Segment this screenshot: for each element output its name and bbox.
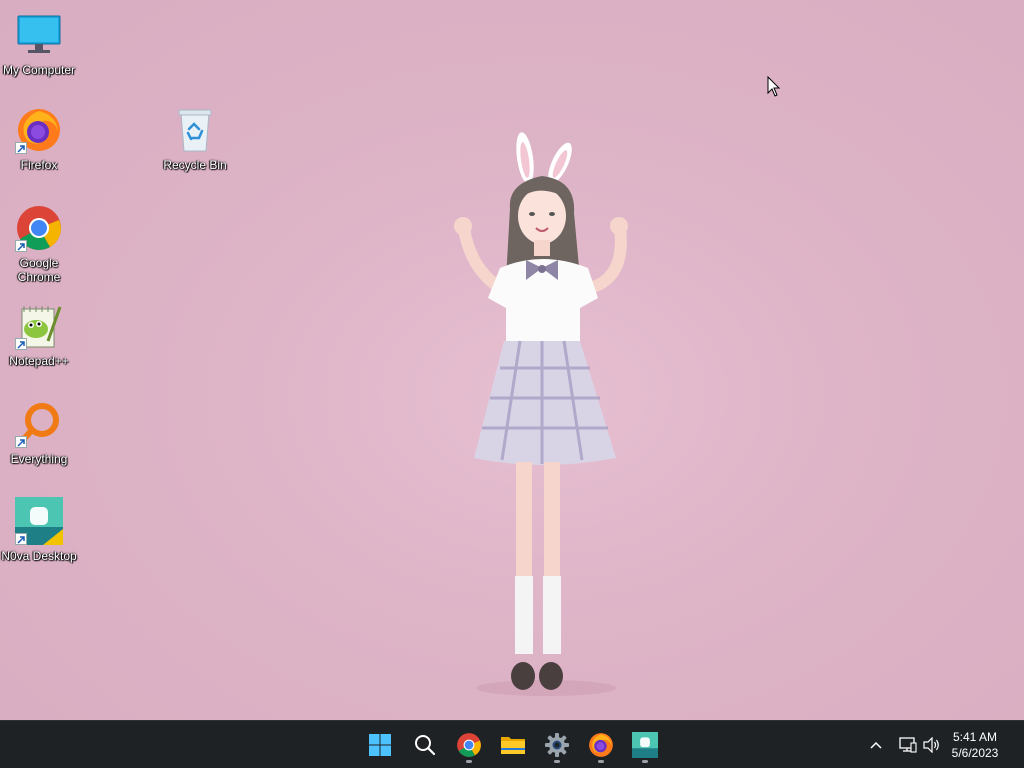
taskbar-n0va-desktop-button[interactable] — [625, 725, 665, 765]
clock-date: 5/6/2023 — [951, 746, 999, 760]
taskbar: 5:41 AM 5/6/2023 — [0, 720, 1024, 768]
search-icon — [415, 735, 436, 756]
settings-gear-icon — [545, 733, 569, 757]
taskbar-settings-button[interactable] — [537, 725, 577, 765]
desktop-icon-label: My Computer — [2, 63, 76, 77]
desktop-icon-recycle-bin[interactable]: Recycle Bin — [155, 105, 235, 172]
show-hidden-icons-button[interactable] — [864, 721, 888, 769]
desktop-icon-notepad-plus-plus[interactable]: Notepad++ — [0, 301, 79, 368]
desktop[interactable]: My Computer Firefox Recycle Bin Google C… — [0, 0, 1024, 720]
shortcut-arrow-icon — [15, 142, 27, 154]
desktop-icon-my-computer[interactable]: My Computer — [0, 10, 79, 77]
wallpaper-character-illustration — [454, 132, 628, 696]
desktop-icon-firefox[interactable]: Firefox — [0, 105, 79, 172]
desktop-icon-google-chrome[interactable]: Google Chrome — [0, 203, 79, 284]
recycle-bin-icon — [170, 105, 220, 155]
desktop-icon-label: Everything — [10, 452, 68, 466]
desktop-icon-label: N0va Desktop — [1, 549, 77, 563]
windows-start-icon — [369, 734, 391, 756]
mouse-cursor-icon — [767, 76, 781, 97]
taskbar-start-button[interactable] — [360, 725, 400, 765]
desktop-icon-label: Firefox — [20, 158, 58, 172]
computer-icon — [14, 10, 64, 60]
chrome-icon — [457, 733, 481, 757]
firefox-icon — [589, 733, 613, 757]
desktop-icon-label: Recycle Bin — [163, 158, 227, 172]
running-indicator — [642, 760, 648, 763]
notepad-plus-plus-icon — [14, 301, 64, 351]
shortcut-arrow-icon — [15, 533, 27, 545]
n0va-desktop-icon — [14, 496, 64, 546]
running-indicator — [466, 760, 472, 763]
taskbar-search-button[interactable] — [405, 725, 445, 765]
folder-icon — [501, 737, 525, 754]
network-status-button[interactable] — [896, 721, 920, 769]
taskbar-firefox-button[interactable] — [581, 725, 621, 765]
desktop-icon-label: Google Chrome — [17, 256, 61, 284]
chrome-icon — [14, 203, 64, 253]
shortcut-arrow-icon — [15, 338, 27, 350]
taskbar-clock[interactable]: 5:41 AM 5/6/2023 — [940, 729, 1010, 761]
firefox-icon — [14, 105, 64, 155]
speaker-volume-icon — [923, 737, 939, 753]
chevron-up-icon — [870, 741, 882, 749]
running-indicator — [554, 760, 560, 763]
network-icon — [899, 737, 917, 753]
shortcut-arrow-icon — [15, 240, 27, 252]
n0va-desktop-icon — [632, 732, 658, 758]
desktop-icon-label: Notepad++ — [9, 354, 69, 368]
clock-time: 5:41 AM — [952, 730, 998, 744]
running-indicator — [598, 760, 604, 763]
desktop-icon-n0va-desktop[interactable]: N0va Desktop — [0, 496, 79, 563]
shortcut-arrow-icon — [15, 436, 27, 448]
desktop-icon-everything[interactable]: Everything — [0, 399, 79, 466]
taskbar-file-explorer-button[interactable] — [493, 725, 533, 765]
everything-search-icon — [14, 399, 64, 449]
taskbar-chrome-button[interactable] — [449, 725, 489, 765]
